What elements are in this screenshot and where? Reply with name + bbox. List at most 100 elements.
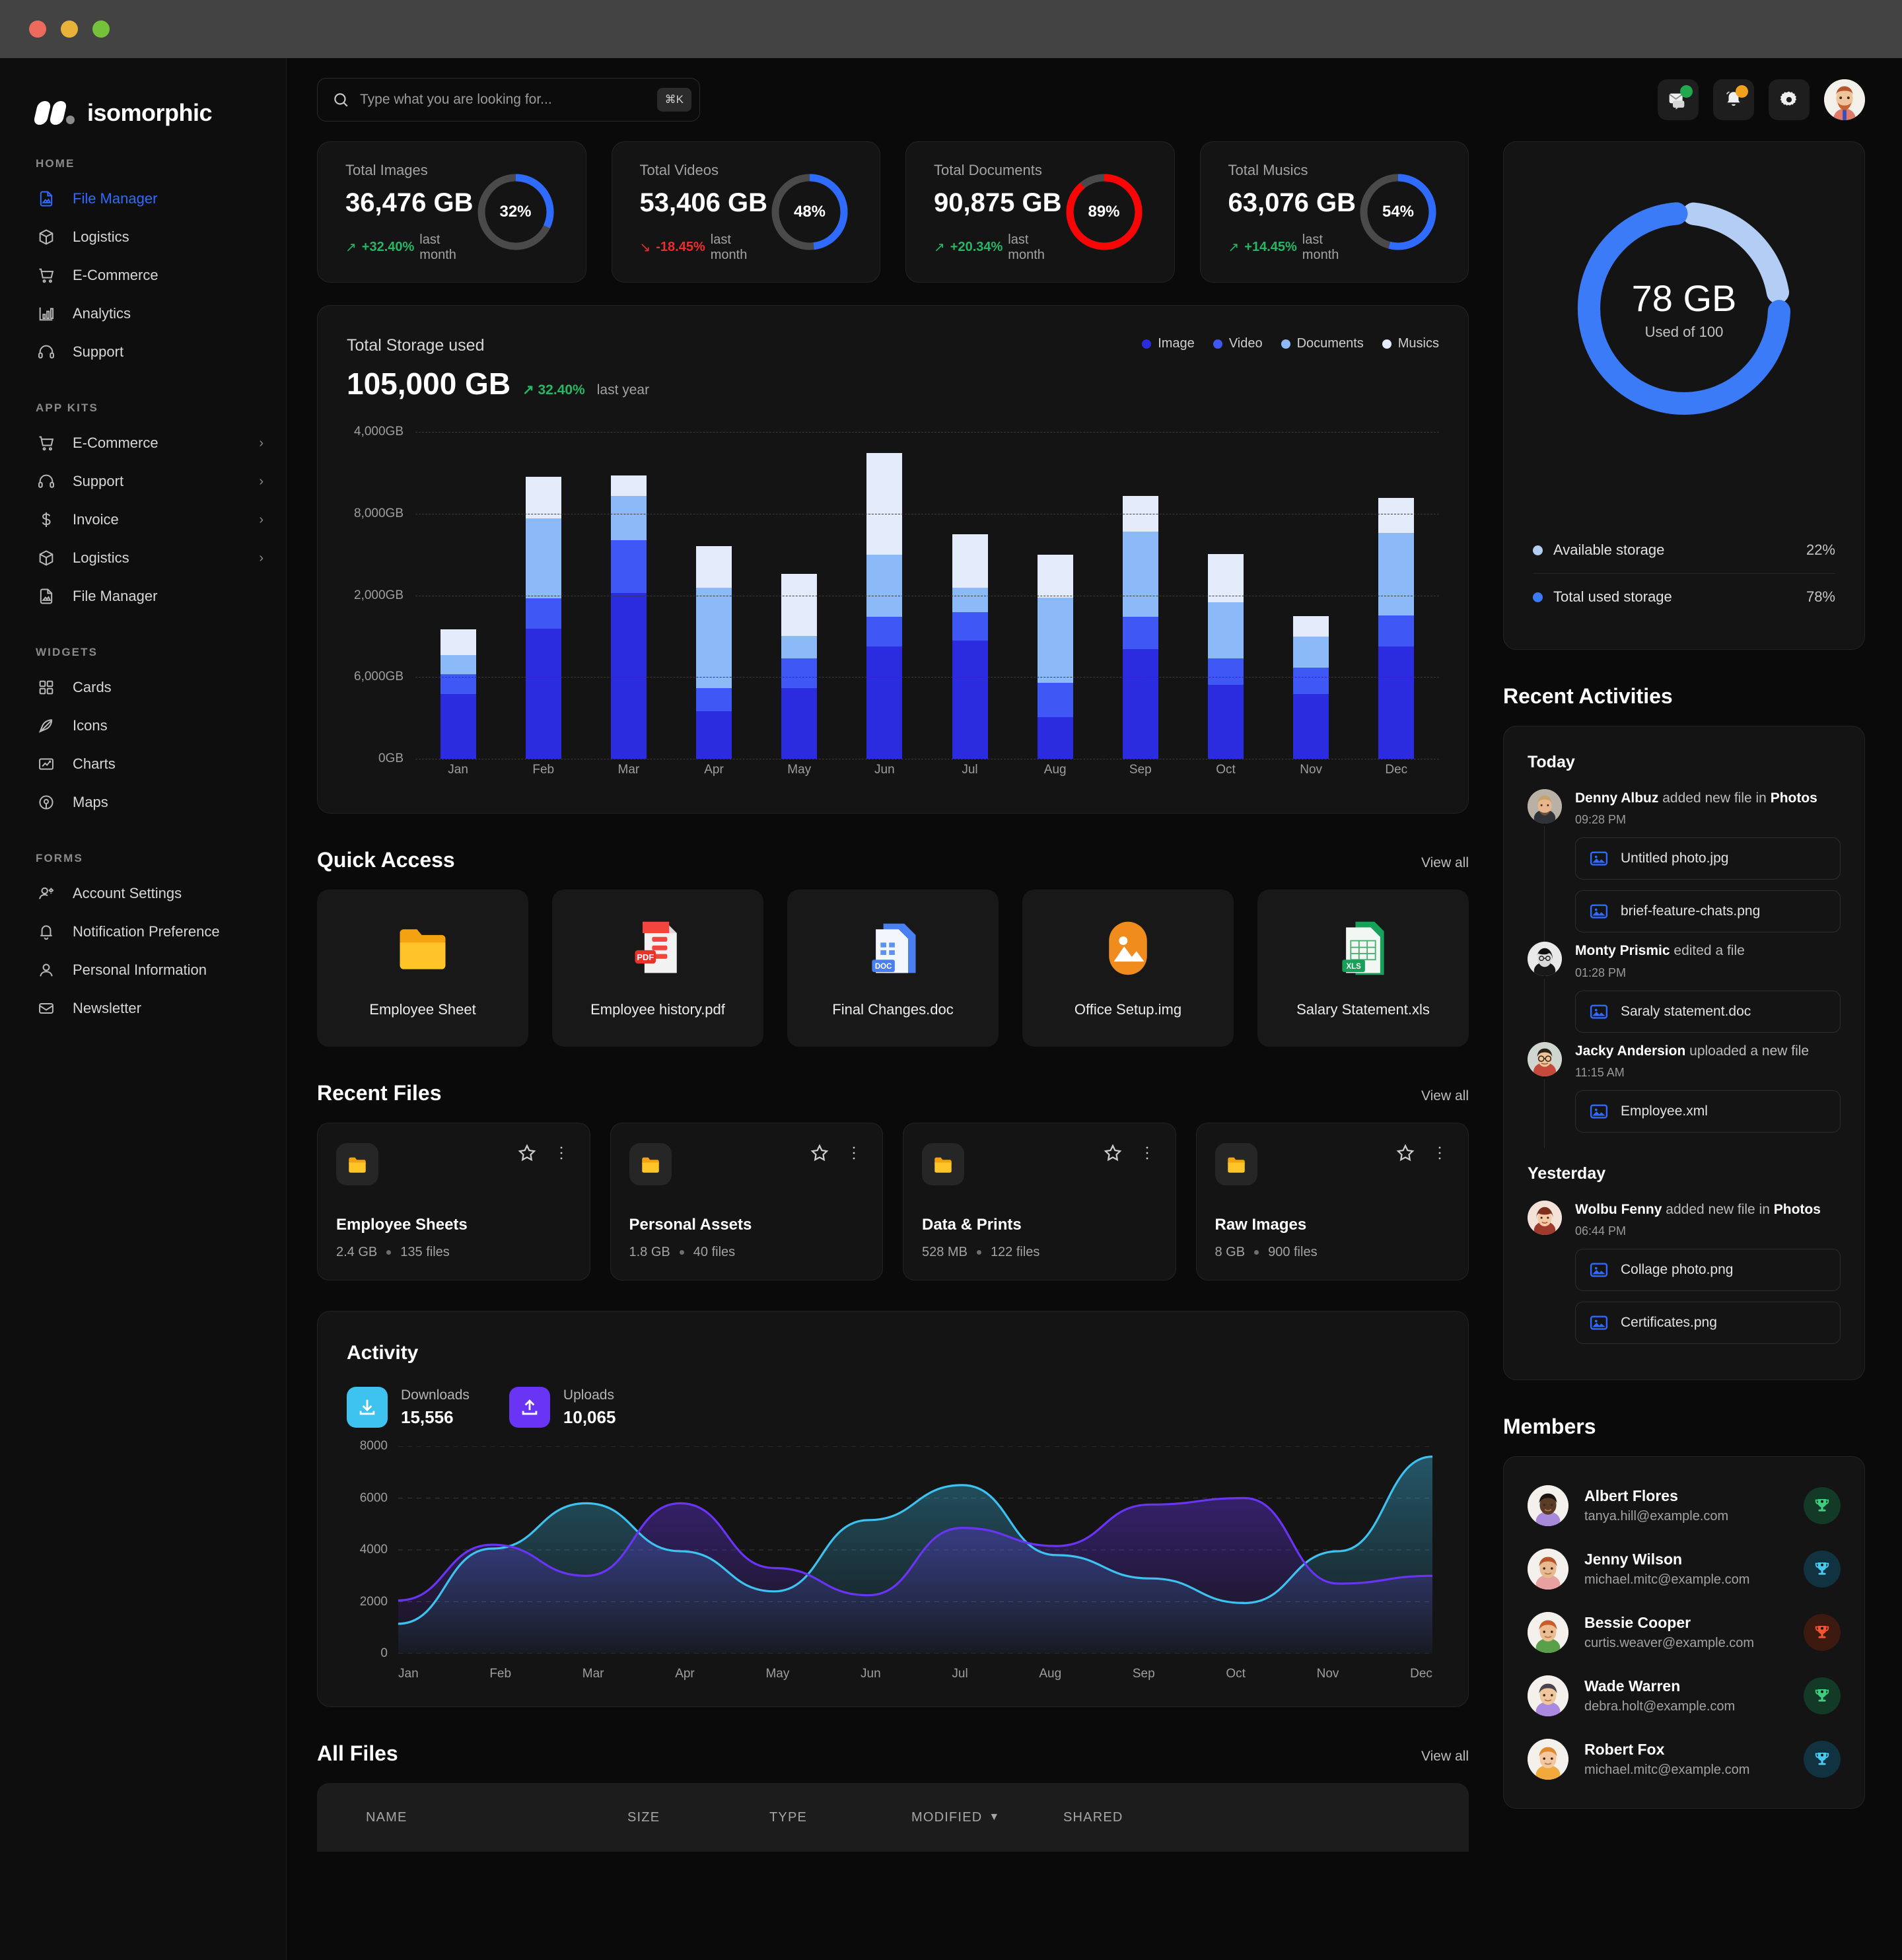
sidebar-item-file-manager[interactable]: File Manager: [0, 577, 286, 615]
sidebar-item-account-settings[interactable]: Account Settings: [0, 874, 286, 913]
sidebar-item-e-commerce[interactable]: E-Commerce: [0, 256, 286, 295]
star-icon[interactable]: [517, 1143, 537, 1163]
sidebar-item-cards[interactable]: Cards: [0, 668, 286, 707]
quick-access-view-all[interactable]: View all: [1421, 855, 1469, 871]
quick-access-item[interactable]: PDF Employee history.pdf: [552, 890, 763, 1047]
recent-file-card[interactable]: Personal Assets 1.8 GB 40 files: [610, 1123, 883, 1280]
bar-group[interactable]: [1207, 553, 1244, 759]
map-pin-icon: [39, 795, 53, 810]
grid-icon: [36, 677, 57, 698]
column-header-type[interactable]: TYPE: [769, 1810, 911, 1825]
uploads-stat: Uploads 10,065: [509, 1387, 616, 1428]
sidebar-item-analytics[interactable]: Analytics: [0, 295, 286, 333]
img-icon: [1098, 918, 1158, 979]
stat-card-total-documents: Total Documents 90,875 GB ↗ +20.34% last mon…: [905, 141, 1175, 283]
more-vertical-icon[interactable]: [1430, 1143, 1450, 1163]
window-maximize-button[interactable]: [92, 20, 110, 38]
member-row[interactable]: Bessie Cooper curtis.weaver@example.com: [1528, 1601, 1841, 1664]
star-icon[interactable]: [810, 1143, 829, 1163]
topbar: Type what you are looking for... ⌘K: [287, 58, 1902, 141]
quick-access-item[interactable]: XLS Salary Statement.xls: [1257, 890, 1469, 1047]
member-badge[interactable]: [1804, 1614, 1841, 1652]
sidebar-item-personal-information[interactable]: Personal Information: [0, 951, 286, 989]
star-icon[interactable]: [1103, 1143, 1123, 1163]
settings-button[interactable]: [1769, 79, 1810, 120]
recent-file-card[interactable]: Raw Images 8 GB 900 files: [1195, 1123, 1469, 1280]
bar-segment-documents: [1293, 636, 1329, 668]
bar-group[interactable]: [1293, 616, 1329, 759]
member-row[interactable]: Robert Fox michael.mitc@example.com: [1528, 1728, 1841, 1791]
sidebar-item-support[interactable]: Support: [0, 333, 286, 371]
sidebar-item-label: Logistics: [73, 228, 129, 245]
file-image-icon: [36, 586, 57, 607]
bar-group[interactable]: [610, 475, 647, 759]
quick-access-item[interactable]: Office Setup.img: [1022, 890, 1234, 1047]
sidebar-item-label: Maps: [73, 794, 108, 810]
sidebar-item-newsletter[interactable]: Newsletter: [0, 989, 286, 1028]
bar-group[interactable]: [952, 534, 988, 759]
separator-dot: [679, 1250, 684, 1255]
bar-group[interactable]: [1122, 495, 1158, 759]
bar-group[interactable]: [781, 573, 818, 759]
column-header-name[interactable]: NAME: [317, 1810, 627, 1825]
sidebar-item-icons[interactable]: Icons: [0, 707, 286, 745]
recent-file-card[interactable]: Data & Prints 528 MB 122 files: [903, 1123, 1176, 1280]
recent-files-view-all[interactable]: View all: [1421, 1088, 1469, 1104]
y-axis-tick: 0: [380, 1646, 388, 1660]
member-badge[interactable]: [1804, 1677, 1841, 1715]
bar-group[interactable]: [866, 453, 903, 759]
member-badge[interactable]: [1804, 1741, 1841, 1778]
bar-group[interactable]: [525, 477, 561, 759]
activity-file-chip[interactable]: Collage photo.png: [1575, 1249, 1841, 1292]
quick-access-item[interactable]: Employee Sheet: [317, 890, 528, 1047]
window-close-button[interactable]: [29, 20, 46, 38]
quick-access-header: Quick Access View all: [317, 848, 1469, 872]
bar-group[interactable]: [1378, 497, 1415, 759]
window-minimize-button[interactable]: [61, 20, 78, 38]
sidebar-item-maps[interactable]: Maps: [0, 783, 286, 822]
activity-file-chip[interactable]: Certificates.png: [1575, 1302, 1841, 1345]
sidebar-item-file-manager[interactable]: File Manager: [0, 180, 286, 218]
x-axis-tick: Feb: [532, 763, 555, 777]
sidebar-item-e-commerce[interactable]: E-Commerce ›: [0, 424, 286, 462]
column-header-modified[interactable]: MODIFIED ▼: [911, 1810, 1063, 1825]
bar-group[interactable]: [696, 545, 732, 759]
sidebar-item-charts[interactable]: Charts: [0, 745, 286, 783]
member-row[interactable]: Jenny Wilson michael.mitc@example.com: [1528, 1537, 1841, 1601]
recent-file-card[interactable]: Employee Sheets 2.4 GB 135 files: [317, 1123, 590, 1280]
sidebar-item-notification-preference[interactable]: Notification Preference: [0, 913, 286, 951]
more-vertical-icon[interactable]: [1137, 1143, 1157, 1163]
bar-segment-video: [1207, 658, 1244, 685]
gear-icon: [1780, 91, 1797, 106]
stat-label: Total Musics: [1228, 161, 1308, 178]
member-badge[interactable]: [1804, 1487, 1841, 1525]
sidebar-section-app-kits: APP KITS E-Commerce › Support › Invoice › Logis…: [0, 402, 286, 615]
x-axis-tick: Mar: [617, 763, 640, 777]
member-row[interactable]: Albert Flores tanya.hill@example.com: [1528, 1474, 1841, 1537]
bar-group[interactable]: [1037, 555, 1073, 759]
more-vertical-icon[interactable]: [551, 1143, 571, 1163]
donut-legend-label: Available storage: [1553, 542, 1665, 558]
user-avatar[interactable]: [1824, 79, 1865, 120]
all-files-view-all[interactable]: View all: [1421, 1749, 1469, 1765]
activity-file-chip[interactable]: brief-feature-chats.png: [1575, 890, 1841, 933]
activity-file-chip[interactable]: Employee.xml: [1575, 1090, 1841, 1133]
star-icon[interactable]: [1395, 1143, 1415, 1163]
messages-button[interactable]: [1658, 79, 1699, 120]
search-input[interactable]: Type what you are looking for... ⌘K: [317, 78, 700, 122]
sidebar-item-invoice[interactable]: Invoice ›: [0, 501, 286, 539]
more-vertical-icon[interactable]: [844, 1143, 864, 1163]
sidebar-item-logistics[interactable]: Logistics ›: [0, 539, 286, 577]
column-header-size[interactable]: SIZE: [627, 1810, 769, 1825]
activity-file-chip[interactable]: Saraly statement.doc: [1575, 990, 1841, 1033]
sidebar-item-logistics[interactable]: Logistics: [0, 218, 286, 256]
brand-logo[interactable]: isomorphic: [0, 58, 286, 127]
column-header-shared[interactable]: SHARED: [1063, 1810, 1215, 1825]
member-badge[interactable]: [1804, 1551, 1841, 1588]
quick-access-item[interactable]: DOC Final Changes.doc: [787, 890, 999, 1047]
sidebar-item-support[interactable]: Support ›: [0, 462, 286, 501]
notifications-button[interactable]: [1713, 79, 1754, 120]
bar-group[interactable]: [440, 629, 476, 759]
member-row[interactable]: Wade Warren debra.holt@example.com: [1528, 1664, 1841, 1728]
activity-file-chip[interactable]: Untitled photo.jpg: [1575, 837, 1841, 880]
